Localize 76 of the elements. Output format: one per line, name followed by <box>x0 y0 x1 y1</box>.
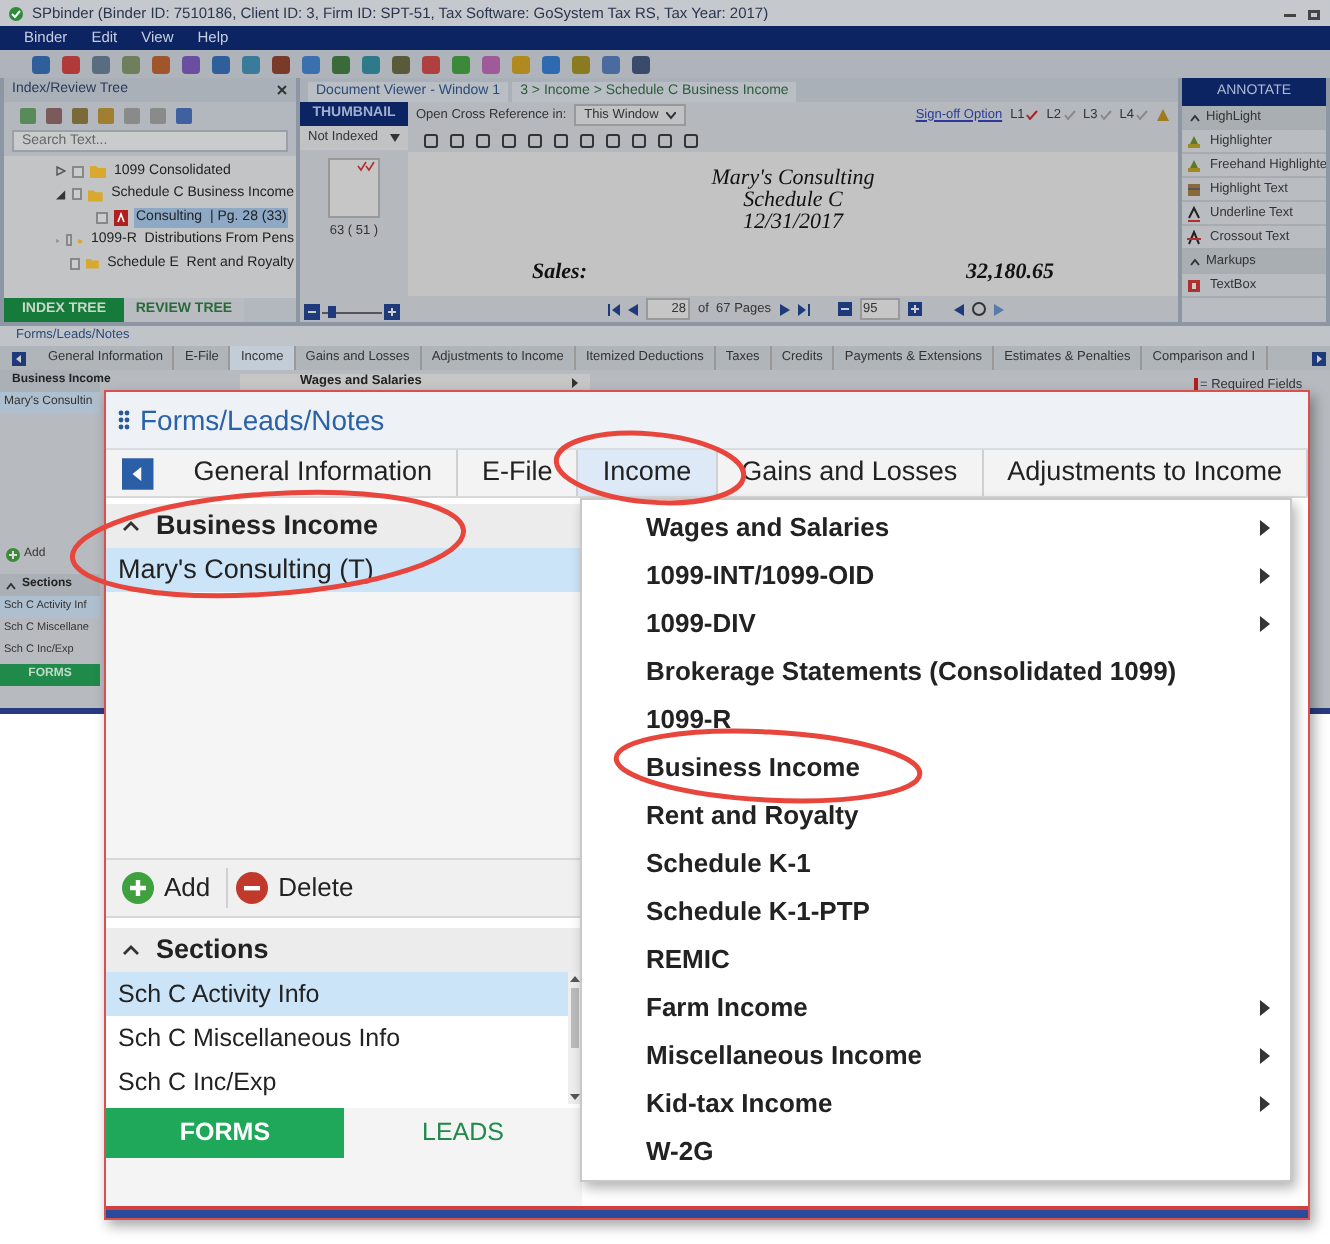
checkbox[interactable] <box>70 257 81 270</box>
menu-item[interactable]: Business Income <box>646 748 860 788</box>
menu-item[interactable]: W-2G <box>646 1132 714 1172</box>
zoom-slider[interactable] <box>322 306 382 318</box>
checkbox[interactable] <box>72 165 84 178</box>
add-icon <box>6 547 20 561</box>
panel-title: Forms/Leads/Notes <box>140 401 385 439</box>
list-item[interactable]: Sch C Activity Info <box>106 972 568 1016</box>
menu-item[interactable]: Farm Income <box>646 988 808 1028</box>
page-thumbnail[interactable] <box>328 158 380 218</box>
check-icon <box>1136 110 1148 120</box>
textbox-icon <box>1186 277 1202 293</box>
drag-handle-icon[interactable] <box>118 410 130 430</box>
menu-item[interactable]: Schedule K-1-PTP <box>646 892 870 932</box>
warning-icon <box>1156 108 1170 122</box>
tab[interactable]: Adjustments to Income <box>983 450 1308 496</box>
tab[interactable]: LEADS <box>344 1108 582 1158</box>
menu-item[interactable]: 1099-DIV <box>646 604 756 644</box>
document-text: Schedule C <box>743 190 843 212</box>
submenu-arrow-icon <box>572 377 578 387</box>
caret-icon <box>666 111 677 119</box>
menu-item[interactable]: 1099-R <box>646 700 732 740</box>
back-button[interactable] <box>12 351 26 365</box>
back-icon[interactable] <box>953 303 963 315</box>
collapse-icon[interactable] <box>1190 258 1200 266</box>
menu-item[interactable]: REMIC <box>646 940 730 980</box>
restore-icon[interactable] <box>1306 5 1322 21</box>
collapse-icon[interactable] <box>122 520 140 532</box>
close-icon[interactable] <box>276 84 288 96</box>
tab[interactable]: Income <box>578 450 718 496</box>
menu-item[interactable]: Miscellaneous Income <box>646 1036 922 1076</box>
app-logo-icon <box>8 5 24 21</box>
zoom-out-icon[interactable] <box>837 302 851 316</box>
check-icon <box>1063 110 1076 120</box>
menu-item[interactable]: Kid-tax Income <box>646 1084 833 1124</box>
collapse-icon[interactable] <box>1190 114 1200 122</box>
add-button[interactable]: Add <box>118 868 215 908</box>
document-text: Mary's Consulting <box>711 168 875 190</box>
collapse-icon[interactable] <box>122 944 140 956</box>
next-button[interactable] <box>1312 351 1326 365</box>
check-icon <box>1099 110 1112 120</box>
checkbox[interactable] <box>96 211 108 224</box>
document-icon <box>114 209 128 226</box>
zoom-out-icon[interactable] <box>304 304 320 320</box>
back-button[interactable] <box>122 455 154 491</box>
previous-page-icon[interactable] <box>628 303 638 315</box>
tab[interactable]: General Information <box>169 450 459 496</box>
document-text: Sales: <box>532 262 587 284</box>
zoom-in-icon[interactable] <box>907 302 921 316</box>
menu-item[interactable]: Schedule K-1 <box>646 844 811 884</box>
menu-item[interactable]: Rent and Royalty <box>646 796 859 836</box>
section-header: Sections <box>156 931 269 968</box>
menu-item[interactable]: Wages and Salaries <box>646 508 890 548</box>
expand-arrow-icon[interactable] <box>56 166 66 177</box>
first-page-icon[interactable] <box>608 303 620 315</box>
document-text: 32,180.65 <box>966 262 1054 284</box>
caret-icon <box>390 134 400 142</box>
checkbox[interactable] <box>71 188 83 201</box>
last-page-icon[interactable] <box>797 303 809 315</box>
check-icon <box>1026 110 1039 120</box>
zoom-in-icon[interactable] <box>384 304 400 320</box>
delete-button[interactable]: Delete <box>226 868 362 908</box>
group-header: Business Income <box>156 507 379 544</box>
collapse-icon[interactable] <box>6 581 16 589</box>
plus-icon <box>122 872 154 904</box>
collapse-arrow-icon[interactable] <box>56 189 66 200</box>
document-text: 12/31/2017 <box>742 212 844 234</box>
forward-icon[interactable] <box>993 303 1003 315</box>
menu-item[interactable]: Brokerage Statements (Consolidated 1099) <box>646 652 1177 692</box>
list-item[interactable]: Sch C Miscellaneous Info <box>106 1016 568 1060</box>
checkbox[interactable] <box>65 234 72 247</box>
refresh-icon[interactable] <box>971 302 985 316</box>
next-page-icon[interactable] <box>779 303 789 315</box>
list-item[interactable]: Sch C Inc/Exp <box>106 1060 568 1104</box>
menu-item[interactable]: 1099-INT/1099-OID <box>646 556 875 596</box>
minus-icon <box>236 872 269 904</box>
